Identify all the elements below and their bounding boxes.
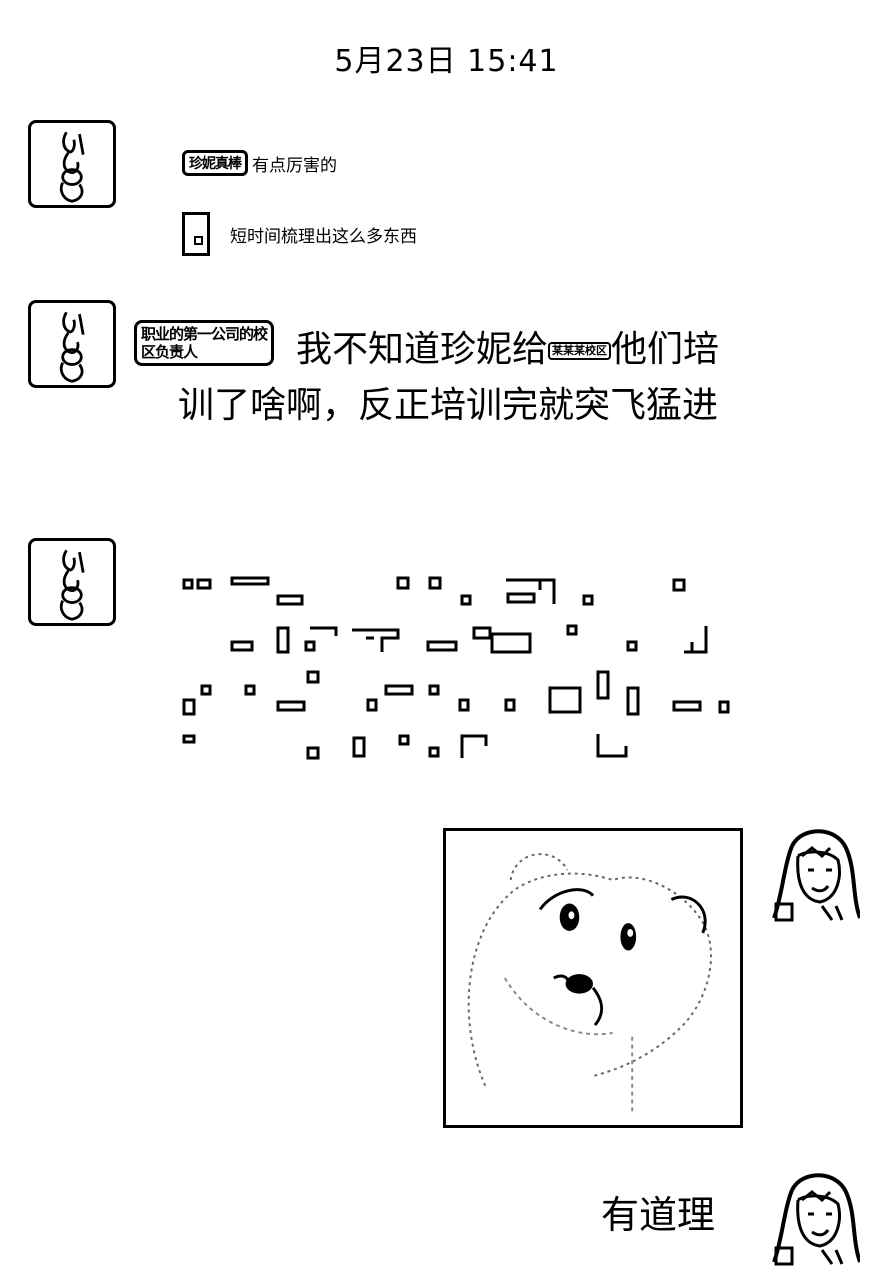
quote-line-2: 短时间梳理出这么多东西 [182, 212, 417, 256]
sender-avatar[interactable] [28, 538, 116, 626]
quote-marker-icon [182, 212, 210, 256]
chat-timestamp: 5月23日 15:41 [334, 44, 559, 79]
person-silhouette-icon [59, 131, 85, 203]
quote-line-1: 珍妮真棒 有点厉害的 [182, 150, 337, 176]
garbled-message[interactable] [180, 570, 740, 770]
woman-portrait-icon [772, 1173, 860, 1266]
own-avatar[interactable] [772, 826, 860, 922]
inline-badge: 某某某校区 [548, 342, 612, 360]
sender-avatar[interactable] [28, 120, 116, 208]
quote-text: 短时间梳理出这么多东西 [230, 226, 417, 247]
unrendered-glyphs-icon [182, 576, 730, 760]
cartoon-bear-sticker-icon [467, 853, 712, 1116]
quote-text: 有点厉害的 [252, 155, 337, 176]
woman-portrait-icon [772, 829, 860, 922]
sticker-image[interactable] [443, 828, 743, 1128]
message-text[interactable]: 有道理 [601, 1190, 715, 1240]
quote-tag: 珍妮真棒 [182, 150, 248, 176]
person-silhouette-icon [59, 549, 85, 621]
message-text[interactable]: 我不知道珍妮给 某某某校区 他们培训了啥啊，反正培训完就突飞猛进 [178, 322, 738, 434]
person-silhouette-icon [59, 311, 85, 383]
sender-avatar[interactable] [28, 300, 116, 388]
own-avatar[interactable] [772, 1170, 860, 1266]
message-text-part: 我不知道珍妮给 [296, 329, 549, 370]
